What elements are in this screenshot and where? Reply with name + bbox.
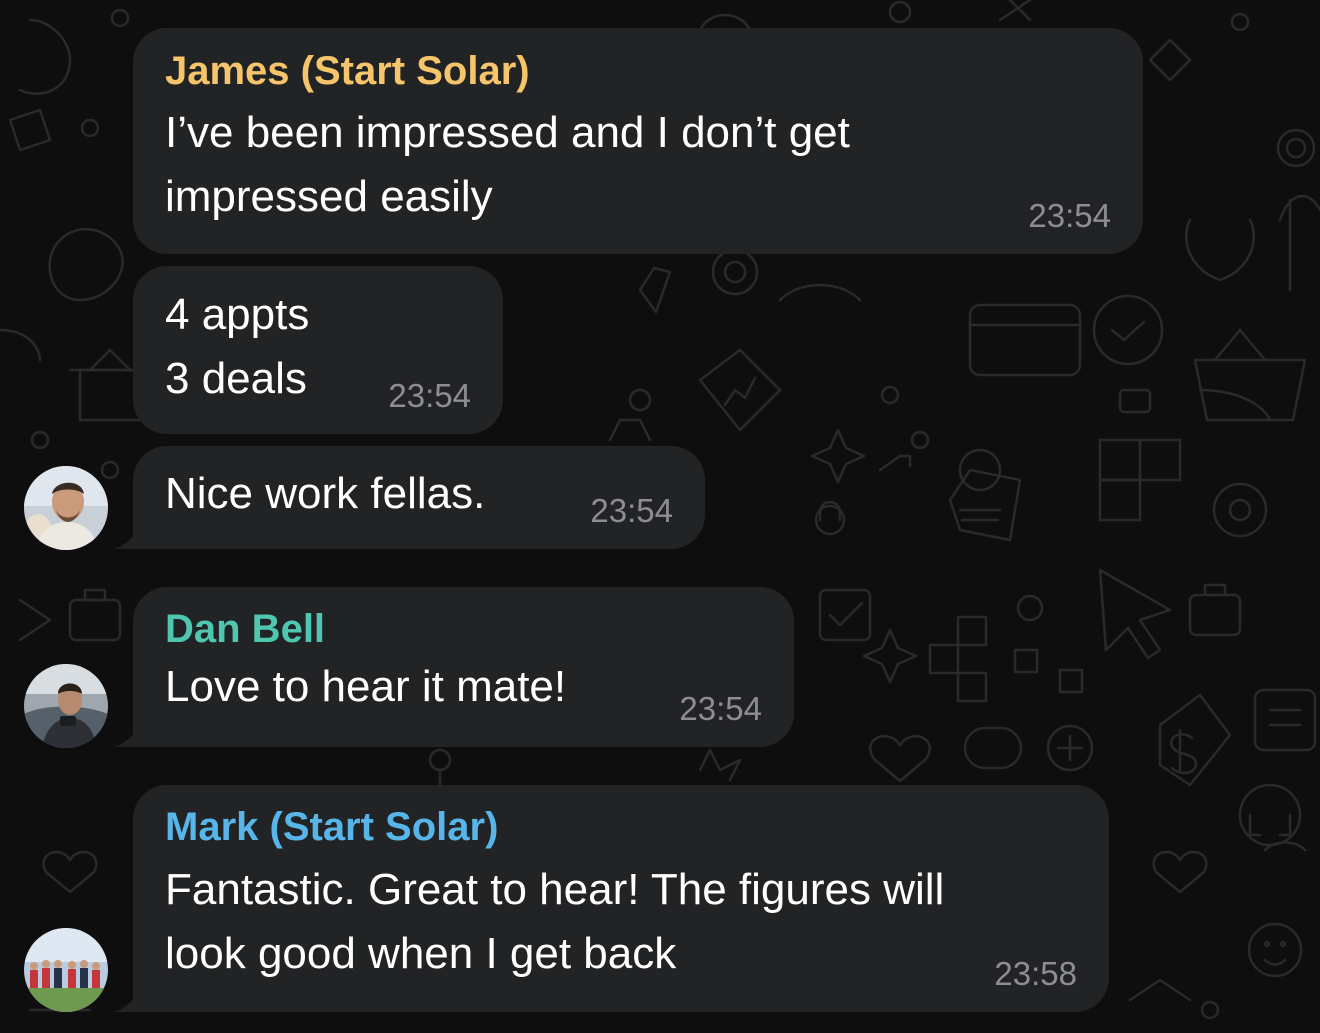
sender-name[interactable]: James (Start Solar) [165,28,1111,99]
avatar[interactable] [24,928,108,1012]
message-text: I’ve been impressed and I don’t get impr… [165,108,850,221]
message-bubble[interactable]: Nice work fellas. 23:54 [113,446,705,549]
message-timestamp: 23:54 [679,690,762,727]
message-timestamp: 23:58 [994,955,1077,992]
message-timestamp: 23:54 [1028,197,1111,234]
message-bubble[interactable]: Dan Bell Love to hear it mate! 23:54 [113,587,794,747]
message-timestamp: 23:54 [590,492,673,529]
message-timestamp: 23:54 [388,377,471,414]
chat-message-list: James (Start Solar) I’ve been impressed … [0,0,1320,1033]
bubble-tail [113,523,143,549]
message-text: Love to hear it mate! [165,662,567,711]
bubble-tail [113,721,143,747]
sender-name[interactable]: Dan Bell [165,587,762,657]
avatar[interactable] [24,664,108,748]
bubble-tail [113,986,143,1012]
message-bubble[interactable]: 4 appts 3 deals 23:54 [133,266,503,434]
message-bubble[interactable]: Mark (Start Solar) Fantastic. Great to h… [113,785,1109,1012]
avatar[interactable] [24,466,108,550]
message-text: Fantastic. Great to hear! The figures wi… [165,865,945,978]
sender-name[interactable]: Mark (Start Solar) [165,785,1077,855]
message-bubble[interactable]: James (Start Solar) I’ve been impressed … [133,28,1143,254]
